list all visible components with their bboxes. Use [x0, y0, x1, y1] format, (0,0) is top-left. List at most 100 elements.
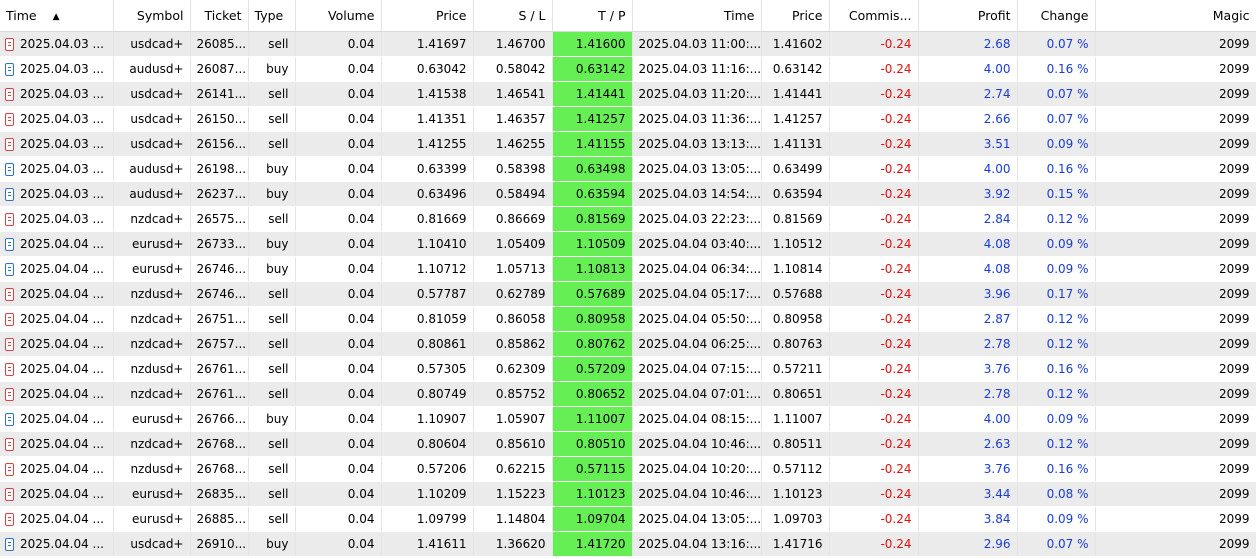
- cell-symbol: usdcad+: [113, 106, 191, 132]
- open-time-text: 2025.04.03 ...: [20, 137, 104, 151]
- cell-ticket: 26835...: [190, 481, 249, 507]
- cell-type: sell: [248, 456, 296, 482]
- cell-close-price: 0.63499: [761, 156, 830, 182]
- cell-ticket: 26087...: [190, 56, 249, 82]
- cell-close-time: 2025.04.04 05:17:...: [632, 281, 762, 307]
- cell-open-time: 2025.04.04 ...: [0, 406, 114, 432]
- table-row[interactable]: 2025.04.04 ... nzdusd+ 26746... sell 0.04 0.5…: [0, 281, 1256, 307]
- buy-deal-icon: [5, 263, 14, 276]
- table-row[interactable]: 2025.04.03 ... nzdcad+ 26575... sell 0.04 0.8…: [0, 206, 1256, 232]
- cell-volume: 0.04: [295, 131, 382, 157]
- table-row[interactable]: 2025.04.03 ... usdcad+ 26085... sell 0.04 1.4…: [0, 31, 1256, 57]
- cell-profit: 4.08: [918, 231, 1018, 257]
- cell-type: sell: [248, 431, 296, 457]
- table-row[interactable]: 2025.04.04 ... nzdusd+ 26761... sell 0.04 0.5…: [0, 356, 1256, 382]
- cell-magic: 2099: [1095, 106, 1256, 132]
- sell-deal-icon: [5, 338, 14, 351]
- column-header-price[interactable]: Price: [381, 0, 474, 32]
- cell-commission: -0.24: [829, 356, 919, 382]
- cell-commission: -0.24: [829, 231, 919, 257]
- table-row[interactable]: 2025.04.03 ... usdcad+ 26156... sell 0.04 1.4…: [0, 131, 1256, 157]
- cell-close-price: 1.41257: [761, 106, 830, 132]
- cell-symbol: nzdcad+: [113, 431, 191, 457]
- cell-close-price: 0.80958: [761, 306, 830, 332]
- table-header-row: Time ▲ Symbol Ticket Type Volume Price S …: [0, 0, 1256, 32]
- table-row[interactable]: 2025.04.03 ... usdcad+ 26141... sell 0.04 1.4…: [0, 81, 1256, 107]
- cell-change: 0.09 %: [1017, 256, 1096, 282]
- sell-deal-icon: [5, 138, 14, 151]
- table-row[interactable]: 2025.04.03 ... audusd+ 26087... buy 0.04 0.63…: [0, 56, 1256, 82]
- open-time-text: 2025.04.03 ...: [20, 37, 104, 51]
- cell-ticket: 26237...: [190, 181, 249, 207]
- table-row[interactable]: 2025.04.03 ... usdcad+ 26150... sell 0.04 1.4…: [0, 106, 1256, 132]
- cell-stop-loss: 0.86669: [473, 206, 553, 232]
- column-header-close-time[interactable]: Time: [632, 0, 762, 32]
- cell-close-price: 1.09703: [761, 506, 830, 532]
- cell-magic: 2099: [1095, 281, 1256, 307]
- table-row[interactable]: 2025.04.04 ... eurusd+ 26766... buy 0.04 1.10…: [0, 406, 1256, 432]
- column-header-profit[interactable]: Profit: [918, 0, 1018, 32]
- column-header-ticket[interactable]: Ticket: [190, 0, 249, 32]
- cell-open-price: 0.63399: [381, 156, 474, 182]
- cell-take-profit: 0.80510: [552, 431, 633, 457]
- cell-change: 0.08 %: [1017, 481, 1096, 507]
- column-header-time[interactable]: Time ▲: [0, 0, 114, 32]
- cell-close-price: 1.41441: [761, 81, 830, 107]
- column-header-symbol[interactable]: Symbol: [113, 0, 191, 32]
- cell-open-price: 0.57206: [381, 456, 474, 482]
- table-row[interactable]: 2025.04.04 ... eurusd+ 26746... buy 0.04 1.10…: [0, 256, 1256, 282]
- table-row[interactable]: 2025.04.03 ... audusd+ 26198... buy 0.04 0.63…: [0, 156, 1256, 182]
- cell-open-price: 0.81059: [381, 306, 474, 332]
- cell-open-time: 2025.04.03 ...: [0, 131, 114, 157]
- column-header-close-price[interactable]: Price: [761, 0, 830, 32]
- table-row[interactable]: 2025.04.04 ... nzdcad+ 26768... sell 0.04 0.8…: [0, 431, 1256, 457]
- cell-type: sell: [248, 281, 296, 307]
- cell-magic: 2099: [1095, 531, 1256, 557]
- cell-close-time: 2025.04.04 13:16:...: [632, 531, 762, 557]
- cell-symbol: nzdcad+: [113, 381, 191, 407]
- column-header-stop-loss[interactable]: S / L: [473, 0, 553, 32]
- cell-take-profit: 1.41257: [552, 106, 633, 132]
- table-row[interactable]: 2025.04.04 ... eurusd+ 26835... sell 0.04 1.1…: [0, 481, 1256, 507]
- table-row[interactable]: 2025.04.04 ... nzdcad+ 26751... sell 0.04 0.8…: [0, 306, 1256, 332]
- column-header-type[interactable]: Type: [248, 0, 296, 32]
- table-row[interactable]: 2025.04.03 ... audusd+ 26237... buy 0.04 0.63…: [0, 181, 1256, 207]
- cell-volume: 0.04: [295, 156, 382, 182]
- cell-commission: -0.24: [829, 81, 919, 107]
- column-header-commission[interactable]: Commis...: [829, 0, 919, 32]
- table-row[interactable]: 2025.04.04 ... nzdusd+ 26768... sell 0.04 0.5…: [0, 456, 1256, 482]
- table-row[interactable]: 2025.04.04 ... nzdcad+ 26757... sell 0.04 0.8…: [0, 331, 1256, 357]
- cell-profit: 2.66: [918, 106, 1018, 132]
- cell-open-time: 2025.04.04 ...: [0, 231, 114, 257]
- cell-close-price: 0.63594: [761, 181, 830, 207]
- cell-profit: 4.00: [918, 56, 1018, 82]
- cell-volume: 0.04: [295, 456, 382, 482]
- cell-profit: 4.08: [918, 256, 1018, 282]
- cell-open-price: 0.57787: [381, 281, 474, 307]
- cell-open-time: 2025.04.04 ...: [0, 456, 114, 482]
- open-time-text: 2025.04.04 ...: [20, 312, 104, 326]
- buy-deal-icon: [5, 538, 14, 551]
- cell-stop-loss: 1.36620: [473, 531, 553, 557]
- cell-open-price: 1.09799: [381, 506, 474, 532]
- trade-history-table: Time ▲ Symbol Ticket Type Volume Price S …: [0, 0, 1256, 557]
- cell-open-price: 1.41255: [381, 131, 474, 157]
- cell-take-profit: 1.41155: [552, 131, 633, 157]
- column-header-volume[interactable]: Volume: [295, 0, 382, 32]
- cell-commission: -0.24: [829, 431, 919, 457]
- cell-type: sell: [248, 381, 296, 407]
- table-row[interactable]: 2025.04.04 ... usdcad+ 26910... buy 0.04 1.41…: [0, 531, 1256, 557]
- column-header-change[interactable]: Change: [1017, 0, 1096, 32]
- table-row[interactable]: 2025.04.04 ... nzdcad+ 26761... sell 0.04 0.8…: [0, 381, 1256, 407]
- cell-magic: 2099: [1095, 256, 1256, 282]
- cell-type: buy: [248, 56, 296, 82]
- cell-symbol: nzdusd+: [113, 356, 191, 382]
- column-header-magic[interactable]: Magic: [1095, 0, 1256, 32]
- cell-volume: 0.04: [295, 331, 382, 357]
- cell-symbol: nzdcad+: [113, 331, 191, 357]
- open-time-text: 2025.04.03 ...: [20, 162, 104, 176]
- column-header-take-profit[interactable]: T / P: [552, 0, 633, 32]
- table-row[interactable]: 2025.04.04 ... eurusd+ 26733... buy 0.04 1.10…: [0, 231, 1256, 257]
- table-row[interactable]: 2025.04.04 ... eurusd+ 26885... sell 0.04 1.0…: [0, 506, 1256, 532]
- cell-stop-loss: 1.14804: [473, 506, 553, 532]
